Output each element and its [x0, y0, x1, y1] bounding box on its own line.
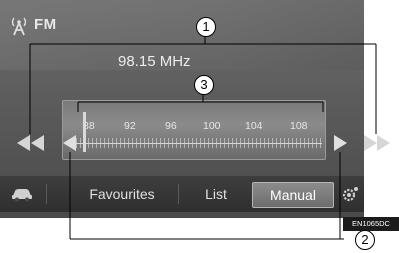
- callout-3: 3: [194, 75, 214, 95]
- callout-1: 1: [196, 17, 216, 37]
- manual-figure: FM 98.15 MHz 88 92 96 100 104 108 Favour…: [0, 0, 399, 253]
- callout-leaders: [29, 35, 377, 240]
- callout-2: 2: [355, 230, 375, 250]
